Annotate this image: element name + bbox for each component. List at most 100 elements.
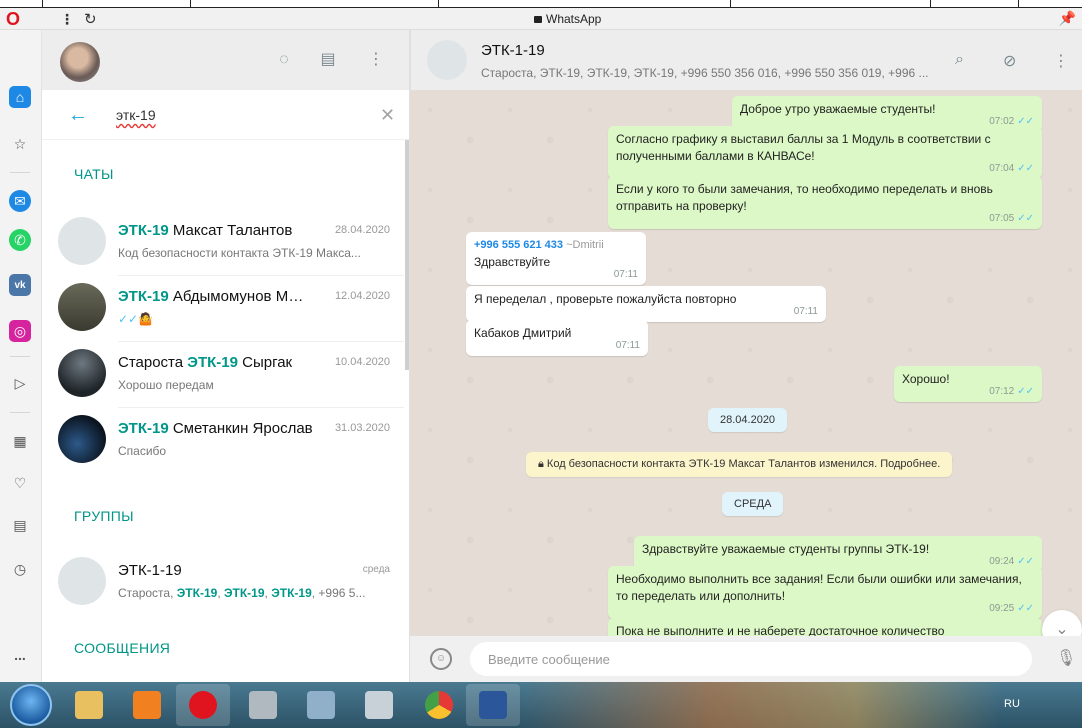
message-time: 07:05 ✓✓ [989, 210, 1034, 227]
strip-line [730, 0, 731, 8]
group-name: ЭТК-1-19 [118, 562, 182, 579]
chat-title[interactable]: ЭТК-1-19 [481, 42, 545, 59]
message-text: Доброе утро уважаемые студенты! [740, 102, 936, 116]
search-icon[interactable]: ⌕ [955, 51, 964, 69]
explorer-icon[interactable] [62, 684, 116, 726]
history-icon[interactable]: ▤ [9, 514, 31, 536]
chat-name-highlight: ЭТК-19 [118, 420, 169, 437]
message-list: Доброе утро уважаемые студенты! 07:02 ✓✓ … [410, 90, 1082, 636]
clear-search-icon[interactable]: ✕ [380, 105, 395, 126]
chat-preview: Староста, ЭТК-19, ЭТК-19, ЭТК-19, +996 5… [118, 586, 394, 600]
new-chat-icon[interactable]: ▤ [318, 50, 338, 70]
emoji-icon[interactable]: ☺ [430, 648, 452, 670]
messenger-icon[interactable]: ✉ [9, 190, 31, 212]
time-text: 09:25 [989, 603, 1015, 614]
message-outgoing: Хорошо! 07:12 ✓✓ [894, 366, 1042, 402]
start-button[interactable] [10, 684, 52, 726]
chat-preview: Спасибо [118, 444, 167, 458]
chat-name-highlight: ЭТК-19 [187, 354, 238, 371]
attach-icon[interactable]: ⊘ [1003, 51, 1016, 71]
list-item[interactable]: Староста ЭТК-19 Сыргак 10.04.2020 Хорошо… [42, 342, 404, 408]
chat-date: среда [362, 564, 390, 575]
preview-highlight: ЭТК-19 [223, 586, 265, 600]
profile-header: ◌ ▤ ⋮ [42, 30, 409, 90]
menu-icon[interactable]: ⋮ [366, 50, 386, 70]
media-player-icon[interactable] [120, 684, 174, 726]
avatar[interactable] [60, 42, 100, 82]
message-time: 07:12 ✓✓ [989, 383, 1034, 400]
message-text: Я переделал , проверьте пожалуйста повто… [474, 292, 737, 306]
speed-dial-icon[interactable]: ☆ [9, 133, 31, 155]
taskbar-wallpaper [520, 682, 1000, 728]
menu-icon[interactable]: ⋮ [1053, 51, 1069, 71]
read-ticks-icon: ✓✓ [1017, 163, 1034, 174]
status-icon[interactable]: ◌ [274, 50, 294, 70]
message-time: 09:25 ✓✓ [989, 600, 1034, 617]
home-icon[interactable]: ⌂ [9, 86, 31, 108]
read-ticks-icon: ✓✓ [1017, 386, 1034, 397]
message-text: Согласно графику я выставил баллы за 1 М… [616, 132, 991, 163]
kebab-icon[interactable]: ⋮ [60, 11, 74, 28]
message-sender[interactable]: +996 555 621 433 ~Dmitrii [474, 237, 638, 254]
time-text: 07:05 [989, 213, 1015, 224]
vk-icon[interactable]: vk [9, 274, 31, 296]
chat-list-pane: ◌ ▤ ⋮ ← этк-19 ✕ ЧАТЫ ЭТК-19 Максат Тала… [42, 30, 410, 682]
conversation-pane: ЭТК-1-19 Староста, ЭТК-19, ЭТК-19, ЭТК-1… [410, 30, 1082, 682]
reload-icon[interactable]: ↻ [84, 10, 97, 28]
message-input[interactable]: Введите сообщение [470, 642, 1032, 676]
list-item[interactable]: ЭТК-19 Максат Талантов 28.04.2020 Код бе… [42, 210, 404, 276]
chat-preview: Хорошо передам [118, 378, 214, 392]
message-outgoing: Пока не выполните и не наберете достаточ… [608, 618, 1042, 636]
flow-icon[interactable]: ▷ [9, 372, 31, 394]
chat-preview: ✓✓🤷 [118, 312, 154, 326]
message-time: 07:11 [615, 340, 640, 351]
language-indicator[interactable]: RU [1004, 698, 1020, 710]
chrome-icon[interactable] [412, 684, 466, 726]
strip-line [438, 0, 439, 8]
preview-highlight: ЭТК-19 [271, 586, 312, 600]
scroll-down-button[interactable]: ⌄ [1042, 610, 1082, 636]
list-item[interactable]: ЭТК-19 Сметанкин Ярослав 31.03.2020 Спас… [42, 408, 404, 474]
search-input[interactable]: этк-19 [116, 107, 156, 123]
chat-name-rest: Максат Талантов [168, 222, 293, 239]
whatsapp-icon[interactable]: ✆ [9, 229, 31, 251]
instagram-icon[interactable]: ◎ [9, 320, 31, 342]
word-icon[interactable] [466, 684, 520, 726]
preview-highlight: ЭТК-19 [176, 586, 218, 600]
avatar [58, 217, 106, 265]
chat-name-highlight: ЭТК-19 [118, 288, 169, 305]
back-arrow-icon[interactable]: ← [68, 104, 88, 127]
message-incoming: +996 555 621 433 ~Dmitrii Здравствуйте 0… [466, 232, 646, 285]
heart-icon[interactable]: ♡ [9, 472, 31, 494]
message-time: 07:11 [613, 269, 638, 280]
strip-line [42, 0, 43, 8]
security-notice[interactable]: 🔒︎ Код безопасности контакта ЭТК-19 Макс… [526, 452, 953, 477]
chat-name: ЭТК-19 Максат Талантов [118, 222, 328, 239]
notes-icon[interactable] [352, 684, 406, 726]
group-avatar-icon[interactable] [427, 40, 467, 80]
microphone-icon[interactable]: 🎙︎ [1056, 648, 1076, 668]
more-icon[interactable]: ... [9, 644, 31, 666]
divider [10, 172, 30, 173]
avatar [58, 415, 106, 463]
time-text: 07:12 [989, 386, 1015, 397]
calculator-icon[interactable] [294, 684, 348, 726]
pin-icon[interactable]: 📌 [1059, 10, 1076, 27]
chat-name-prefix: Староста [118, 354, 188, 371]
read-ticks-icon: ✓✓ [1017, 213, 1034, 224]
section-messages: СООБЩЕНИЯ [74, 640, 171, 656]
opera-logo-icon[interactable]: O [6, 10, 20, 28]
message-text: Здравствуйте уважаемые студенты группы Э… [642, 542, 930, 556]
opera-icon[interactable] [176, 684, 230, 726]
chat-members[interactable]: Староста, ЭТК-19, ЭТК-19, ЭТК-19, +996 5… [481, 66, 941, 80]
section-chats: ЧАТЫ [74, 166, 114, 182]
clock-icon[interactable]: ◷ [9, 558, 31, 580]
chat-name-rest: Сметанкин Ярослав [168, 420, 313, 437]
chat-name: ЭТК-19 Абдымомунов Ма... [118, 288, 308, 305]
paint-icon[interactable] [236, 684, 290, 726]
extensions-icon[interactable]: ▦ [9, 430, 31, 452]
read-ticks-icon: ✓✓ [1017, 603, 1034, 614]
list-item[interactable]: ЭТК-19 Абдымомунов Ма... 12.04.2020 ✓✓🤷 [42, 276, 404, 342]
list-item[interactable]: ЭТК-1-19 среда Староста, ЭТК-19, ЭТК-19,… [42, 550, 404, 616]
message-text: Если у кого то были замечания, то необхо… [616, 182, 993, 213]
